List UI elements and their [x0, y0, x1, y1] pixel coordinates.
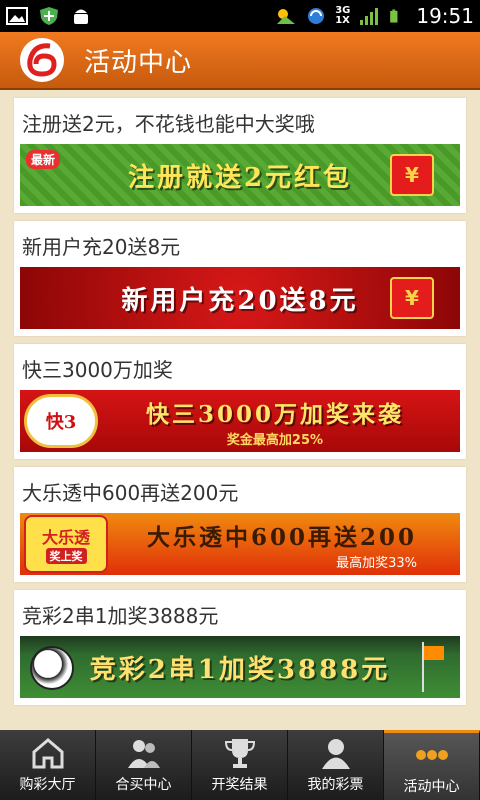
new-badge: 最新 — [26, 150, 61, 169]
more-icon — [415, 749, 448, 760]
red-envelope-icon: ¥ — [390, 277, 434, 319]
dlt-logo: 大乐透 奖上奖 — [24, 515, 108, 573]
promotion-title: 大乐透中600再送200元 — [22, 481, 239, 505]
promotion-card[interactable]: 快三3000万加奖 快3 快三3000万加奖来袭 奖金最高加25% — [14, 344, 466, 459]
promotion-title: 注册送2元，不花钱也能中大奖哦 — [22, 112, 315, 136]
nav-label: 我的彩票 — [307, 777, 364, 793]
nav-item-activity[interactable]: 活动中心 — [384, 730, 480, 800]
header-bar: 活动中心 — [0, 32, 480, 90]
banner-text: 新用户充20送8元 — [121, 285, 359, 316]
nav-item-group-buy[interactable]: 合买中心 — [96, 730, 192, 800]
user-icon — [321, 739, 350, 769]
promotion-card[interactable]: 新用户充20送8元 新用户充20送8元 ¥ — [14, 221, 466, 336]
red-envelope-icon: ¥ — [390, 154, 434, 196]
android-icon — [74, 9, 88, 24]
promotion-title: 新用户充20送8元 — [22, 235, 181, 259]
network-type-bottom: 1X — [335, 15, 350, 26]
signal-icon — [360, 8, 379, 25]
nav-label: 购彩大厅 — [19, 777, 76, 793]
banner-subtext: 奖金最高加25% — [226, 432, 324, 448]
promotion-banner[interactable]: 竞彩2串1加奖3888元 — [20, 636, 460, 698]
nav-label: 活动中心 — [403, 778, 460, 795]
banner-text: 大乐透中600再送200 — [146, 523, 418, 551]
promotion-banner[interactable]: 最新 注册就送2元红包 ¥ — [20, 144, 460, 206]
nav-item-results[interactable]: 开奖结果 — [192, 730, 288, 800]
promotion-title: 竞彩2串1加奖3888元 — [22, 604, 219, 628]
promotion-card[interactable]: 注册送2元，不花钱也能中大奖哦 最新 注册就送2元红包 ¥ — [14, 98, 466, 213]
lottery-logo — [20, 38, 64, 82]
promotion-list[interactable]: 注册送2元，不花钱也能中大奖哦 最新 注册就送2元红包 ¥ 新用户充20送8元 … — [0, 90, 480, 730]
image-icon — [6, 7, 28, 25]
banner-subtext: 最高加奖33% — [336, 555, 418, 571]
promotion-card[interactable]: 大乐透中600再送200元 大乐透 奖上奖 大乐透中600再送200 最高加奖3… — [14, 467, 466, 582]
nav-label: 开奖结果 — [211, 777, 268, 793]
weather-icon — [277, 9, 296, 24]
banner-text: 注册就送2元红包 — [127, 162, 353, 193]
bottom-nav: 购彩大厅 合买中心 开奖结果 我的彩票 活动中心 — [0, 730, 480, 800]
promotion-banner[interactable]: 快3 快三3000万加奖来袭 奖金最高加25% — [20, 390, 460, 452]
soccer-ball-icon — [30, 646, 74, 690]
dlt-logo-text: 大乐透 — [41, 528, 90, 547]
banner-text-group: 大乐透中600再送200 最高加奖33% — [147, 518, 417, 571]
clock: 19:51 — [416, 4, 474, 28]
promotion-title: 快三3000万加奖 — [22, 358, 173, 382]
page-title: 活动中心 — [84, 47, 193, 78]
banner-text-group: 快三3000万加奖来袭 奖金最高加25% — [146, 395, 404, 448]
promotion-banner[interactable]: 大乐透 奖上奖 大乐透中600再送200 最高加奖33% — [20, 513, 460, 575]
nav-item-my-lottery[interactable]: 我的彩票 — [288, 730, 384, 800]
sync-icon — [308, 8, 325, 24]
home-icon — [32, 738, 63, 769]
promotion-banner[interactable]: 新用户充20送8元 ¥ — [20, 267, 460, 329]
promotion-card[interactable]: 竞彩2串1加奖3888元 竞彩2串1加奖3888元 — [14, 590, 466, 705]
trophy-icon — [224, 739, 255, 768]
k3-logo: 快3 — [24, 394, 98, 448]
group-icon — [127, 740, 160, 768]
status-bar: 3G 1X 19:51 — [0, 0, 480, 32]
dlt-logo-sub: 奖上奖 — [45, 548, 87, 564]
nav-item-home[interactable]: 购彩大厅 — [0, 730, 96, 800]
network-type: 3G 1X — [335, 6, 350, 26]
corner-flag-icon — [422, 642, 448, 692]
nav-label: 合买中心 — [115, 777, 172, 793]
banner-text: 快三3000万加奖来袭 — [145, 400, 404, 428]
banner-text: 竞彩2串1加奖3888元 — [89, 654, 391, 685]
battery-icon — [390, 9, 398, 23]
shield-icon — [40, 7, 58, 25]
